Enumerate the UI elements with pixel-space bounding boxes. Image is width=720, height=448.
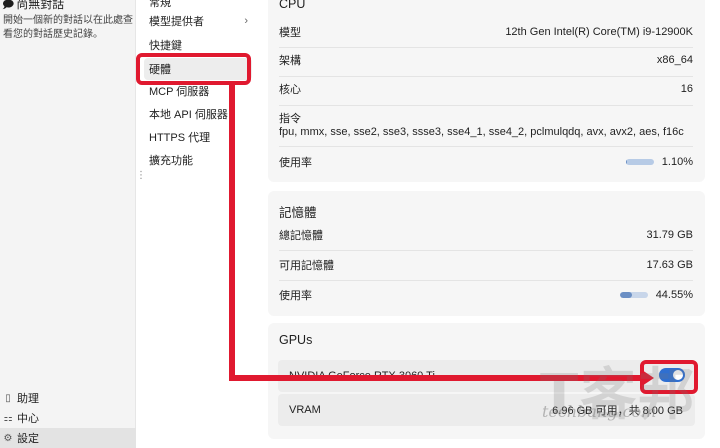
cpu-title: CPU bbox=[279, 0, 306, 11]
sidebar-item-settings[interactable]: ⚙ 設定 bbox=[0, 428, 136, 448]
memory-usage-bar bbox=[619, 292, 648, 298]
memory-total-row: 總記憶體 31.79 GB bbox=[279, 227, 693, 243]
no-conversations-title: 🗩 尚無對話 bbox=[2, 0, 64, 15]
nav-item-label: HTTPS 代理 bbox=[149, 132, 211, 144]
cpu-instructions-label: 指令 bbox=[279, 113, 301, 125]
cpu-cores-row: 核心 16 bbox=[279, 81, 693, 97]
sidebar-item-label: 設定 bbox=[17, 433, 39, 445]
row-label: 總記憶體 bbox=[279, 230, 323, 242]
nav-item-label: MCP 伺服器 bbox=[149, 86, 210, 98]
memory-total-value: 31.79 GB bbox=[646, 229, 693, 241]
memory-usage-value: 44.55% bbox=[655, 289, 693, 301]
nav-item-https-proxy[interactable]: HTTPS 代理 bbox=[144, 126, 252, 148]
nav-item-model-providers[interactable]: 模型提供者 › bbox=[144, 10, 252, 32]
row-label: 使用率 bbox=[279, 157, 312, 169]
memory-usage-row: 使用率 44.55% bbox=[279, 287, 693, 303]
conversation-sidebar: 🗩 尚無對話 開始一個新的對話以在此處查看您的對話歷史記錄。 ▯ 助理 ⚏ 中心 … bbox=[0, 0, 136, 448]
memory-card: 記憶體 總記憶體 31.79 GB 可用記憶體 17.63 GB 使用率 44.… bbox=[268, 191, 705, 316]
cpu-usage-value: 1.10% bbox=[661, 156, 693, 168]
divider bbox=[279, 250, 693, 251]
cpu-card: CPU 模型 12th Gen Intel(R) Core(TM) i9-129… bbox=[268, 0, 705, 182]
nav-item-label: 本地 API 伺服器 bbox=[149, 109, 228, 121]
divider bbox=[279, 47, 693, 48]
sidebar-item-hub[interactable]: ⚏ 中心 bbox=[0, 408, 136, 428]
watermark-small: techbang.com bbox=[542, 402, 657, 421]
sidebar-bottom-menu: ▯ 助理 ⚏ 中心 ⚙ 設定 bbox=[0, 388, 136, 448]
cpu-instructions-value: fpu, mmx, sse, sse2, sse3, ssse3, sse4_1… bbox=[279, 126, 684, 138]
cpu-model-value: 12th Gen Intel(R) Core(TM) i9-12900K bbox=[505, 26, 693, 38]
cpu-arch-row: 架構 x86_64 bbox=[279, 52, 693, 68]
row-label: 核心 bbox=[279, 84, 301, 96]
gear-icon: ⚙ bbox=[3, 432, 13, 444]
row-label: 架構 bbox=[279, 55, 301, 67]
cpu-usage-row: 使用率 1.10% bbox=[279, 154, 693, 170]
cpu-arch-value: x86_64 bbox=[656, 54, 693, 66]
row-label: 可用記憶體 bbox=[279, 260, 334, 272]
hub-icon: ⚏ bbox=[3, 412, 13, 424]
cpu-usage-bar-fill bbox=[625, 159, 627, 165]
book-icon: ▯ bbox=[5, 392, 11, 404]
divider bbox=[279, 76, 693, 77]
sidebar-item-label: 助理 bbox=[17, 393, 39, 405]
no-conversations-hint: 開始一個新的對話以在此處查看您的對話歷史記錄。 bbox=[3, 15, 133, 40]
vram-label: VRAM bbox=[289, 404, 321, 416]
nav-item-general[interactable]: 常規 bbox=[149, 0, 171, 10]
memory-usage-bar-fill bbox=[619, 292, 633, 298]
annotation-arrow-line bbox=[229, 83, 235, 381]
nav-item-label: 模型提供者 bbox=[149, 16, 204, 28]
nav-item-extensions[interactable]: 擴充功能 bbox=[144, 149, 252, 171]
nav-item-label: 快捷鍵 bbox=[149, 40, 182, 52]
memory-available-value: 17.63 GB bbox=[646, 259, 693, 271]
gpus-title: GPUs bbox=[279, 333, 313, 347]
memory-title: 記憶體 bbox=[279, 206, 317, 220]
watermark-logo: T客邦 techbang.com bbox=[540, 350, 710, 440]
row-label: 模型 bbox=[279, 27, 301, 39]
nav-item-local-api-server[interactable]: 本地 API 伺服器 bbox=[144, 103, 252, 125]
annotation-highlight-hardware bbox=[136, 53, 251, 85]
memory-available-row: 可用記憶體 17.63 GB bbox=[279, 257, 693, 273]
chat-icon: 🗩 bbox=[2, 0, 15, 11]
chevron-right-icon: › bbox=[244, 15, 248, 27]
divider bbox=[279, 146, 693, 147]
divider bbox=[279, 280, 693, 281]
sidebar-item-assistant[interactable]: ▯ 助理 bbox=[0, 388, 136, 408]
row-label: 使用率 bbox=[279, 290, 312, 302]
divider bbox=[279, 105, 693, 106]
cpu-usage-bar bbox=[625, 159, 654, 165]
sidebar-item-label: 中心 bbox=[17, 413, 39, 425]
cpu-model-row: 模型 12th Gen Intel(R) Core(TM) i9-12900K bbox=[279, 24, 693, 40]
cpu-cores-value: 16 bbox=[680, 83, 693, 95]
nav-item-label: 擴充功能 bbox=[149, 155, 193, 167]
